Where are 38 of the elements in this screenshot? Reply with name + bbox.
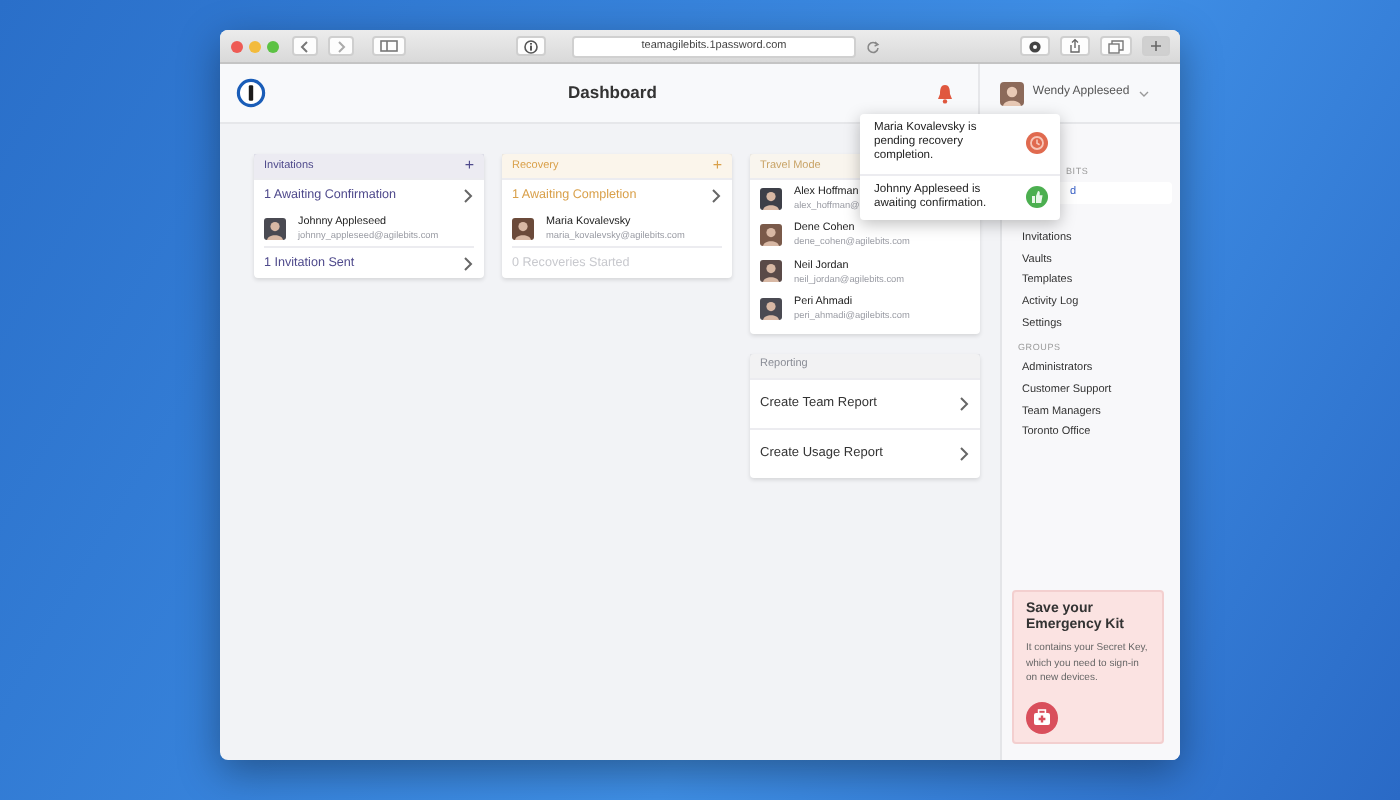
add-button[interactable]: +	[464, 158, 474, 174]
forward-icon	[336, 39, 346, 53]
chevron-right-icon	[462, 187, 474, 203]
first-aid-kit-icon	[1026, 702, 1058, 734]
chevron-right-icon	[958, 395, 970, 412]
avatar-icon	[760, 224, 782, 247]
sidebar-icon	[380, 40, 398, 52]
avatar-icon	[760, 297, 782, 320]
forward-button[interactable]	[328, 36, 354, 56]
tabs-button[interactable]	[1100, 36, 1132, 56]
back-icon	[300, 39, 310, 53]
back-button[interactable]	[292, 36, 318, 56]
new-tab-button[interactable]	[1142, 36, 1170, 56]
avatar-icon	[1000, 81, 1025, 105]
avatar-icon	[760, 187, 782, 210]
bell-icon[interactable]	[936, 83, 955, 103]
thumbs-up-icon	[1026, 186, 1048, 209]
extension-icon	[1028, 39, 1042, 53]
extension-button[interactable]	[1020, 36, 1050, 56]
window-controls-drawing	[230, 39, 282, 53]
chevron-right-icon	[958, 445, 970, 462]
share-icon	[1068, 38, 1082, 54]
plus-icon	[1150, 40, 1162, 52]
avatar-icon	[264, 217, 286, 240]
chevron-right-icon	[710, 187, 722, 203]
share-button[interactable]	[1060, 36, 1090, 56]
chevron-right-icon	[462, 255, 474, 272]
info-button[interactable]	[516, 36, 546, 56]
reload-icon[interactable]	[866, 39, 880, 53]
avatar-icon	[760, 260, 782, 283]
tabs-icon	[1108, 39, 1124, 53]
info-icon	[524, 39, 538, 53]
caret-icon	[1137, 89, 1150, 97]
logo-icon	[236, 78, 266, 108]
avatar-icon	[512, 217, 534, 240]
clock-icon	[1026, 132, 1048, 155]
page-title: Dashboard	[568, 80, 657, 106]
sidebar-button[interactable]	[372, 36, 406, 56]
